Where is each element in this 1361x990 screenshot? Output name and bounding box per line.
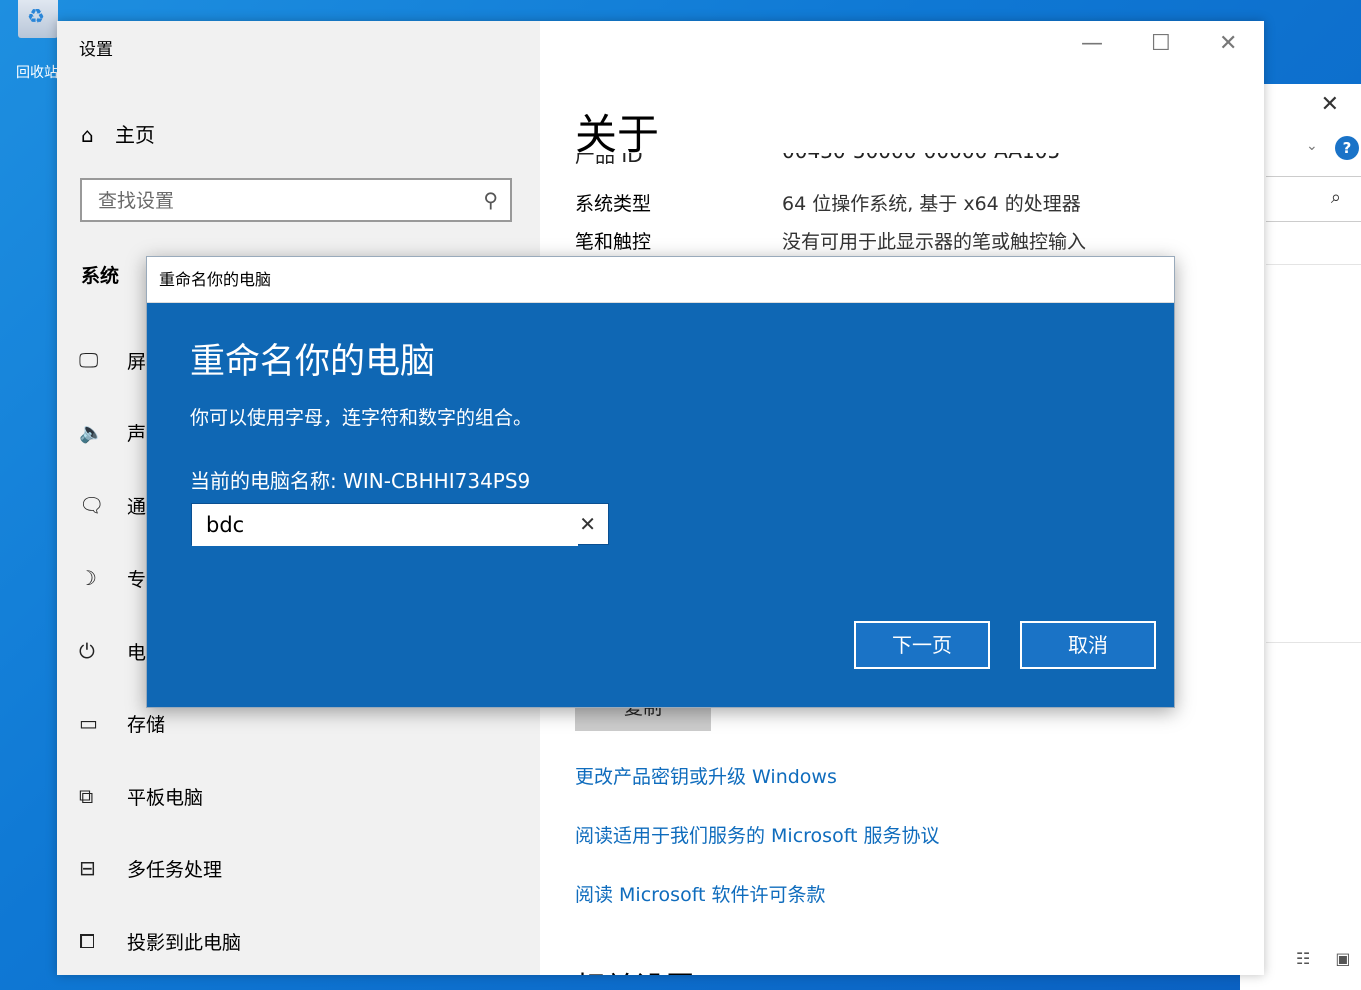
dialog-description: 你可以使用字母，连字符和数字的组合。 [190, 407, 533, 429]
spec-key: 系统类型 [575, 193, 652, 215]
recycle-bin-label: 回收站 [16, 65, 58, 81]
current-name-label: 当前的电脑名称: [190, 469, 344, 493]
display-icon: 🖵 [79, 348, 99, 372]
sidebar-item-sound[interactable]: 🔈 声 [79, 412, 146, 452]
sidebar-item-notifications[interactable]: 🗨 通 [79, 485, 146, 525]
dialog-body: 重命名你的电脑 你可以使用字母，连字符和数字的组合。 当前的电脑名称: WIN-… [147, 303, 1174, 707]
notifications-icon: 🗨 [79, 493, 105, 517]
services-agreement-link[interactable]: 阅读适用于我们服务的 Microsoft 服务协议 [575, 821, 940, 848]
projecting-icon: ⧠ [79, 929, 95, 953]
sidebar-item-label: 电 [127, 641, 147, 664]
related-settings-heading: 相关设置 [575, 961, 775, 975]
storage-icon: ▭ [79, 711, 98, 735]
sidebar-item-label: 多任务处理 [127, 858, 223, 881]
spec-key: 笔和触控 [575, 231, 652, 253]
dialog-heading: 重命名你的电脑 [190, 342, 436, 382]
sidebar-item-focus-assist[interactable]: ☽ 专 [79, 558, 146, 598]
clear-icon[interactable]: ✕ [579, 512, 596, 536]
new-name-input[interactable] [192, 504, 578, 546]
spec-value: 没有可用于此显示器的笔或触控输入 [782, 231, 1087, 253]
view-mode-icons[interactable]: ☷ ▣ [1296, 949, 1361, 968]
window-title: 设置 [79, 40, 113, 60]
product-id-value: 00430-50000-00000-AA105 [782, 153, 1060, 163]
tablet-icon: ⧉ [79, 784, 94, 808]
sidebar-item-label: 声 [127, 422, 147, 445]
sidebar-item-tablet[interactable]: ⧉ 平板电脑 [79, 776, 203, 816]
sidebar-item-display[interactable]: 🖵 屏 [79, 340, 146, 380]
chevron-down-icon[interactable]: ⌄ [1306, 138, 1318, 154]
cancel-button[interactable]: 取消 [1020, 621, 1156, 669]
sidebar-item-label: 投影到此电脑 [127, 931, 242, 954]
sidebar-item-label: 专 [127, 568, 147, 591]
sidebar-item-storage[interactable]: ▭ 存储 [79, 703, 165, 743]
next-button[interactable]: 下一页 [854, 621, 990, 669]
sidebar-item-projecting[interactable]: ⧠ 投影到此电脑 [79, 921, 241, 961]
home-label: 主页 [115, 123, 155, 147]
multitasking-icon: ⊟ [79, 856, 96, 880]
related-settings-label: 相关设置 [575, 963, 695, 975]
sound-icon: 🔈 [79, 420, 104, 444]
focus-assist-icon: ☽ [79, 566, 97, 590]
current-pc-name: 当前的电脑名称: WIN-CBHHI734PS9 [190, 465, 530, 494]
rename-pc-dialog: 重命名你的电脑 重命名你的电脑 你可以使用字母，连字符和数字的组合。 当前的电脑… [146, 256, 1175, 708]
current-name-value: WIN-CBHHI734PS9 [343, 469, 531, 493]
product-id-row: 产品 ID 00430-50000-00000-AA105 [575, 153, 1215, 175]
sidebar-home[interactable]: ⌂ 主页 [81, 119, 155, 148]
spec-value: 64 位操作系统, 基于 x64 的处理器 [782, 193, 1081, 215]
sidebar-item-power[interactable]: ⏻ 电 [79, 631, 146, 671]
sidebar-item-label: 屏 [127, 350, 147, 373]
home-icon: ⌂ [81, 123, 94, 147]
change-product-key-link[interactable]: 更改产品密钥或升级 Windows [575, 762, 837, 789]
recycle-bin-shortcut[interactable]: 回收站 [14, 0, 62, 86]
background-search-box[interactable]: ⌕ [1266, 176, 1361, 222]
search-icon: ⌕ [1330, 187, 1341, 208]
help-icon[interactable]: ? [1335, 136, 1359, 160]
dialog-title-bar: 重命名你的电脑 [147, 257, 1174, 303]
sidebar-item-label: 存储 [127, 713, 166, 736]
search-icon: ⚲ [483, 188, 498, 212]
power-icon: ⏻ [79, 639, 95, 663]
recycle-bin-icon [18, 0, 58, 38]
product-id-key: 产品 ID [575, 153, 643, 167]
background-close-icon[interactable]: ✕ [1321, 92, 1339, 117]
license-terms-link[interactable]: 阅读 Microsoft 软件许可条款 [575, 880, 826, 907]
sidebar-item-multitasking[interactable]: ⊟ 多任务处理 [79, 848, 222, 888]
section-title: 系统 [81, 265, 120, 287]
divider [1266, 642, 1361, 643]
sidebar-item-label: 通 [127, 495, 147, 518]
search-input[interactable] [82, 180, 480, 222]
sidebar-item-label: 平板电脑 [127, 786, 204, 809]
divider [1266, 264, 1361, 265]
settings-search[interactable]: ⚲ [80, 178, 512, 222]
new-name-field[interactable]: ✕ [191, 503, 609, 546]
